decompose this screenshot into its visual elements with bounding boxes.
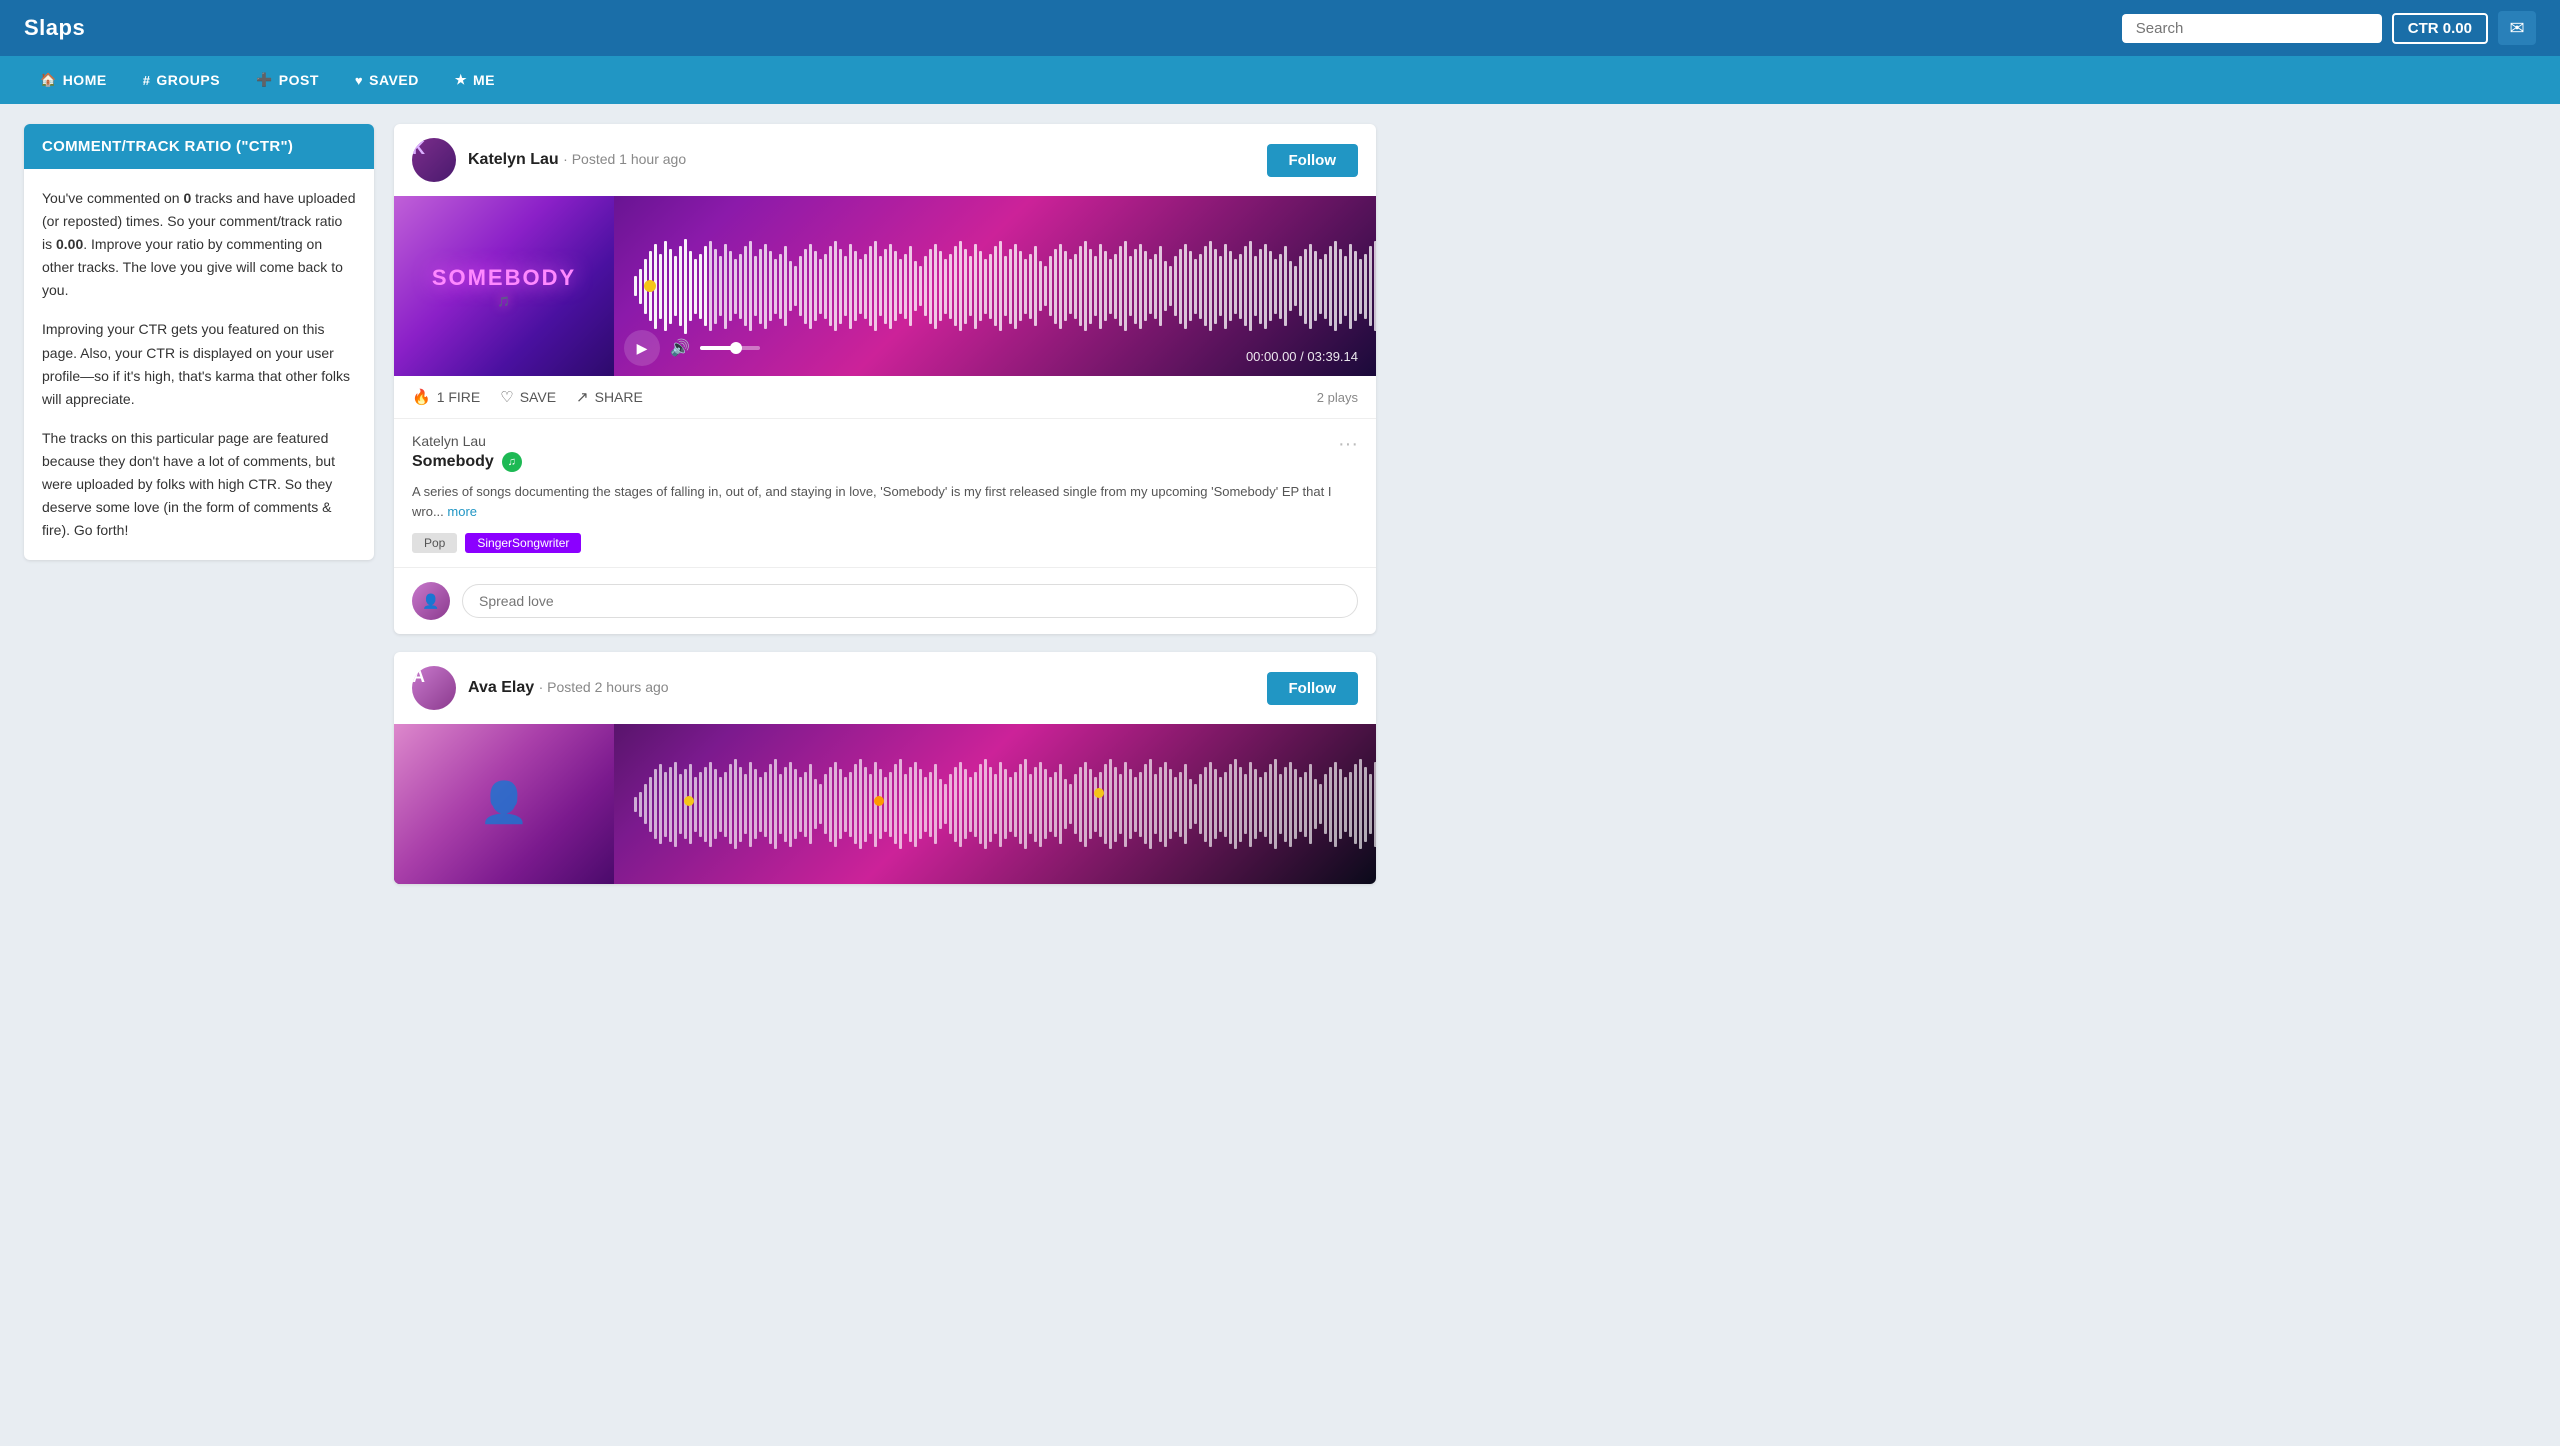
- waveform-bars-2: [614, 724, 1376, 884]
- track-card-1: K Katelyn Lau · Posted 1 hour ago Follow…: [394, 124, 1376, 634]
- volume-bar-1[interactable]: [700, 346, 760, 350]
- comment-area-1: 👤: [394, 568, 1376, 634]
- avatar-ava: A: [412, 666, 456, 710]
- comment-avatar-initial-1: 👤: [422, 593, 439, 610]
- track-2-username[interactable]: Ava Elay · Posted 2 hours ago: [468, 679, 669, 697]
- follow-button-1[interactable]: Follow: [1267, 144, 1359, 177]
- mail-button[interactable]: ✉: [2498, 11, 2536, 45]
- waveform-dot-2a: [684, 796, 694, 806]
- post-icon: ➕: [256, 72, 273, 88]
- ctr-box-body: You've commented on 0 tracks and have up…: [24, 169, 374, 560]
- nav-label-groups: GROUPS: [156, 72, 220, 88]
- ctr-para2: Improving your CTR gets you featured on …: [42, 318, 356, 410]
- spotify-icon-1: ♫: [502, 452, 522, 472]
- track-2-user-info: A Ava Elay · Posted 2 hours ago: [412, 666, 669, 710]
- track-1-desc: A series of songs documenting the stages…: [412, 482, 1338, 521]
- mail-icon: ✉: [2509, 18, 2524, 39]
- track-1-actions: 🔥 1 FIRE ♡ SAVE ↗ SHARE 2 plays: [394, 376, 1376, 419]
- album-art-1: SOMEBODY 🎵: [394, 196, 614, 376]
- comment-input-1[interactable]: [462, 584, 1358, 618]
- ctr-box: COMMENT/TRACK RATIO ("CTR") You've comme…: [24, 124, 374, 560]
- waveform-controls-1: ▶ 🔊: [624, 330, 760, 366]
- sidebar: COMMENT/TRACK RATIO ("CTR") You've comme…: [24, 124, 374, 884]
- ctr-box-header: COMMENT/TRACK RATIO ("CTR"): [24, 124, 374, 169]
- comment-avatar-1: 👤: [412, 582, 450, 620]
- nav-label-post: POST: [279, 72, 319, 88]
- nav-label-home: HOME: [63, 72, 107, 88]
- track-1-title-row: Somebody ♫: [412, 452, 1338, 472]
- nav-item-saved[interactable]: ♥ SAVED: [339, 64, 435, 96]
- play-button-1[interactable]: ▶: [624, 330, 660, 366]
- time-display-1: 00:00.00 / 03:39.14: [1246, 349, 1358, 364]
- ctr-badge: CTR 0.00: [2392, 13, 2488, 44]
- waveform-playhead-1: [644, 280, 656, 292]
- ctr-para3: The tracks on this particular page are f…: [42, 427, 356, 542]
- nav-label-saved: SAVED: [369, 72, 419, 88]
- nav-item-me[interactable]: ★ ME: [439, 64, 511, 96]
- share-button-1[interactable]: ↗ SHARE: [576, 388, 643, 406]
- nav-bar: 🏠 HOME # GROUPS ➕ POST ♥ SAVED ★ ME: [0, 56, 2560, 104]
- fire-icon-1: 🔥: [412, 388, 431, 406]
- waveform-player-2[interactable]: 👤: [394, 724, 1376, 884]
- avatar-ava-initial: A: [412, 666, 425, 686]
- track-1-artist: Katelyn Lau: [412, 433, 1338, 449]
- content-area: K Katelyn Lau · Posted 1 hour ago Follow…: [394, 124, 1376, 884]
- track-card-1-header: K Katelyn Lau · Posted 1 hour ago Follow: [394, 124, 1376, 196]
- home-icon: 🏠: [40, 72, 57, 88]
- me-icon: ★: [455, 72, 467, 88]
- share-icon-1: ↗: [576, 388, 589, 406]
- options-button-1[interactable]: ···: [1338, 433, 1358, 456]
- top-bar-right: CTR 0.00 ✉: [2122, 11, 2536, 45]
- save-button-1[interactable]: ♡ SAVE: [500, 388, 556, 406]
- fire-button-1[interactable]: 🔥 1 FIRE: [412, 388, 480, 406]
- tag-singersongwriter-1[interactable]: SingerSongwriter: [465, 533, 581, 553]
- main-layout: COMMENT/TRACK RATIO ("CTR") You've comme…: [0, 104, 1400, 904]
- avatar-katelyn: K: [412, 138, 456, 182]
- app-logo: Slaps: [24, 15, 85, 41]
- track-1-user-info: K Katelyn Lau · Posted 1 hour ago: [412, 138, 686, 182]
- saved-icon: ♥: [355, 73, 363, 88]
- nav-label-me: ME: [473, 72, 495, 88]
- track-1-title: Somebody: [412, 453, 494, 471]
- nav-item-post[interactable]: ➕ POST: [240, 64, 335, 96]
- waveform-player-1[interactable]: SOMEBODY 🎵 ▶ 🔊 00:00.00: [394, 196, 1376, 376]
- tag-pop-1[interactable]: Pop: [412, 533, 457, 553]
- waveform-dot-2b: [874, 796, 884, 806]
- follow-button-2[interactable]: Follow: [1267, 672, 1359, 705]
- album-art-2: 👤: [394, 724, 614, 884]
- heart-icon-1: ♡: [500, 388, 513, 406]
- nav-item-home[interactable]: 🏠 HOME: [24, 64, 123, 96]
- ctr-para1: You've commented on 0 tracks and have up…: [42, 187, 356, 302]
- groups-icon: #: [143, 73, 151, 88]
- track-card-2: A Ava Elay · Posted 2 hours ago Follow 👤: [394, 652, 1376, 884]
- waveform-dot-2c: [1094, 788, 1104, 798]
- track-card-2-header: A Ava Elay · Posted 2 hours ago Follow: [394, 652, 1376, 724]
- more-link-1[interactable]: more: [447, 504, 477, 519]
- top-bar: Slaps CTR 0.00 ✉: [0, 0, 2560, 56]
- search-input[interactable]: [2122, 14, 2382, 43]
- volume-icon-1: 🔊: [670, 338, 690, 358]
- plays-count-1: 2 plays: [1317, 390, 1358, 405]
- track-1-info: Katelyn Lau Somebody ♫ A series of songs…: [394, 419, 1376, 568]
- avatar-katelyn-initial: K: [412, 138, 425, 158]
- track-1-tags: Pop SingerSongwriter: [412, 533, 1338, 553]
- track-1-username[interactable]: Katelyn Lau · Posted 1 hour ago: [468, 151, 686, 169]
- nav-item-groups[interactable]: # GROUPS: [127, 64, 236, 96]
